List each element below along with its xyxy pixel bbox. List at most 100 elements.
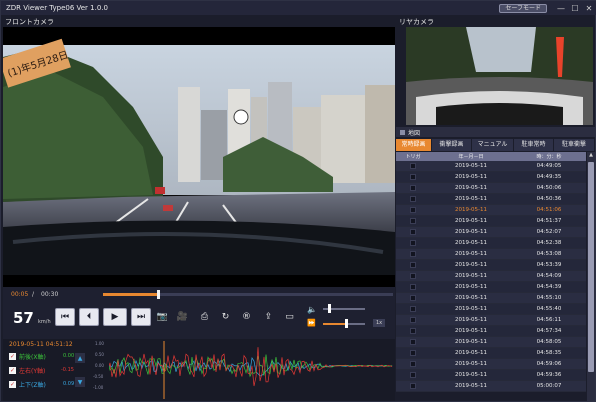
table-row[interactable]: 2019-05-11 04:50:36 <box>396 194 586 205</box>
table-row[interactable]: 2019-05-11 04:54:39 <box>396 282 586 293</box>
seek-bar[interactable] <box>103 290 393 299</box>
table-row[interactable]: 2019-05-11 04:55:40 <box>396 304 586 315</box>
tab-continuous[interactable]: 常時録画 <box>396 139 432 151</box>
table-row[interactable]: 2019-05-11 04:51:06 <box>396 205 586 216</box>
gsensor-graph[interactable] <box>109 341 393 399</box>
table-row[interactable]: 2019-05-11 04:49:35 <box>396 172 586 183</box>
trigger-cell <box>396 306 430 312</box>
current-time: 00:05 <box>11 291 29 298</box>
table-row[interactable]: 2019-05-11 04:58:05 <box>396 337 586 348</box>
time-cell: 04:50:06 <box>536 185 562 191</box>
print-button[interactable]: ⎙ <box>197 309 212 324</box>
header-date[interactable]: 年－月－日 <box>430 153 512 160</box>
rear-camera-view[interactable] <box>406 27 593 125</box>
table-row[interactable]: 2019-05-11 04:57:34 <box>396 326 586 337</box>
minimize-icon[interactable]: — <box>555 2 567 14</box>
trigger-cell <box>396 339 430 345</box>
date-cell: 2019-05-11 <box>455 273 487 279</box>
time-cell: 04:49:35 <box>536 174 562 180</box>
date-cell: 2019-05-11 <box>455 207 487 213</box>
play-button[interactable]: ▶ <box>103 308 127 326</box>
date-cell: 2019-05-11 <box>455 306 487 312</box>
trigger-cell <box>396 317 430 323</box>
table-row[interactable]: 2019-05-11 04:51:37 <box>396 216 586 227</box>
seek-bar-handle[interactable] <box>157 290 161 299</box>
scroll-up-arrow-icon[interactable]: ▲ <box>587 152 595 160</box>
rotate-button[interactable]: ↻ <box>218 309 233 324</box>
table-row[interactable]: 2019-05-11 04:53:39 <box>396 260 586 271</box>
table-row[interactable]: 2019-05-11 04:55:10 <box>396 293 586 304</box>
volume-slider-handle[interactable] <box>328 304 332 313</box>
axis-x-checkbox[interactable]: ✓ <box>9 353 16 360</box>
table-row[interactable]: 2019-05-11 04:59:06 <box>396 359 586 370</box>
title-bar: ZDR Viewer Type06 Ver 1.0.0 セーフモード — ☐ ✕ <box>1 1 596 15</box>
trigger-icon <box>410 251 416 257</box>
step-forward-button[interactable]: ⏭ <box>131 308 151 326</box>
table-row[interactable]: 2019-05-11 04:49:05 <box>396 161 586 172</box>
axis-y-value: -0.15 <box>61 367 74 373</box>
header-time[interactable]: 時：分：秒 <box>512 153 586 160</box>
export-button[interactable]: ⇪ <box>261 309 276 324</box>
axis-y-row[interactable]: ✓ 左右(Y軸) <box>9 366 45 375</box>
axis-y-checkbox[interactable]: ✓ <box>9 367 16 374</box>
scrollbar-thumb[interactable] <box>588 162 594 372</box>
table-row[interactable]: 2019-05-11 04:50:06 <box>396 183 586 194</box>
tab-manual[interactable]: マニュアル <box>472 139 514 151</box>
date-cell: 2019-05-11 <box>455 284 487 290</box>
date-cell: 2019-05-11 <box>455 372 487 378</box>
playback-rate-fill <box>323 323 345 325</box>
safe-mode-button[interactable]: セーフモード <box>499 3 547 13</box>
axis-z-value: 0.09 <box>63 381 75 387</box>
fast-forward-icon[interactable]: ⏩ <box>307 319 316 327</box>
date-cell: 2019-05-11 <box>455 328 487 334</box>
table-row[interactable]: 2019-05-11 04:52:38 <box>396 238 586 249</box>
camera-icon: 📷 <box>156 311 169 322</box>
total-time: 00:30 <box>41 291 59 298</box>
table-row[interactable]: 2019-05-11 04:58:35 <box>396 348 586 359</box>
scroll-down-icon[interactable]: ▼ <box>75 377 85 387</box>
snapshot-button[interactable]: 📷 <box>155 309 170 324</box>
axis-z-checkbox[interactable]: ✓ <box>9 381 16 388</box>
trigger-cell <box>396 284 430 290</box>
playback-rate-handle[interactable] <box>344 319 348 328</box>
tab-impact[interactable]: 衝撃録画 <box>432 139 472 151</box>
video-button[interactable]: 🎥 <box>175 309 190 324</box>
step-back-button[interactable]: ⏴ <box>79 308 99 326</box>
sensor-timestamp: 2019-05-11 04:51:12 <box>9 341 73 348</box>
axis-x-row[interactable]: ✓ 前後(X軸) <box>9 352 46 361</box>
maximize-icon[interactable]: ☐ <box>569 2 581 14</box>
recording-tabs: 常時録画 衝撃録画 マニュアル 駐車常時 駐車衝撃 <box>396 139 595 151</box>
header-trigger[interactable]: トリガ <box>396 153 430 160</box>
trigger-icon <box>410 361 416 367</box>
table-row[interactable]: 2019-05-11 04:52:07 <box>396 227 586 238</box>
table-row[interactable]: 2019-05-11 04:53:08 <box>396 249 586 260</box>
rewind-button[interactable]: ⏮ <box>55 308 75 326</box>
table-row[interactable]: 2019-05-11 04:56:11 <box>396 315 586 326</box>
y-tick-2: 0.50 <box>95 352 104 357</box>
gsensor-panel: 2019-05-11 04:51:12 ✓ 前後(X軸) 0.00 ✓ 左右(Y… <box>3 339 395 401</box>
table-row[interactable]: 2019-05-11 04:54:09 <box>396 271 586 282</box>
close-icon[interactable]: ✕ <box>583 2 595 14</box>
scroll-up-icon[interactable]: ▲ <box>75 353 85 363</box>
axis-z-row[interactable]: ✓ 上下(Z軸) <box>9 380 46 389</box>
front-camera-view[interactable]: (1)年5月28日 <box>3 27 395 287</box>
tab-parking-continuous[interactable]: 駐車常時 <box>514 139 554 151</box>
date-cell: 2019-05-11 <box>455 350 487 356</box>
tab-parking-impact[interactable]: 駐車衝撃 <box>554 139 595 151</box>
time-cell: 04:58:05 <box>536 339 562 345</box>
trigger-icon <box>410 240 416 246</box>
speaker-icon[interactable]: 🔈 <box>307 305 317 314</box>
file-list-scrollbar[interactable]: ▲ <box>587 152 595 401</box>
trigger-cell <box>396 207 430 213</box>
trigger-icon <box>410 163 416 169</box>
table-row[interactable]: 2019-05-11 05:00:07 <box>396 381 586 392</box>
table-row[interactable]: 2019-05-11 04:59:36 <box>396 370 586 381</box>
date-cell: 2019-05-11 <box>455 339 487 345</box>
folder-button[interactable]: ▭ <box>282 309 297 324</box>
date-cell: 2019-05-11 <box>455 361 487 367</box>
date-cell: 2019-05-11 <box>455 251 487 257</box>
trigger-cell <box>396 295 430 301</box>
map-collapse-icon[interactable] <box>400 129 405 135</box>
record-button[interactable]: ® <box>239 309 254 324</box>
map-toggle[interactable]: 地図 <box>396 127 595 137</box>
